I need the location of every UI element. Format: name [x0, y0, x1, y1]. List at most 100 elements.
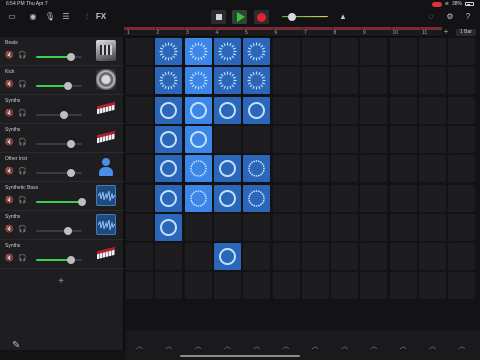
loop-cell-active[interactable] [184, 96, 212, 124]
drum-machine-icon[interactable] [96, 40, 116, 61]
loop-cell-active[interactable] [213, 38, 241, 65]
loop-cell-empty[interactable] [448, 38, 476, 65]
loop-cell-empty[interactable] [419, 67, 446, 95]
fx-button[interactable]: FX [94, 12, 108, 22]
mute-speaker-icon[interactable]: 🔇 [5, 110, 14, 118]
loop-cell-empty[interactable] [331, 96, 359, 124]
waveform-icon[interactable] [96, 185, 116, 206]
column-trigger-icon[interactable]: ︿ [331, 342, 358, 352]
loop-cell-empty[interactable] [419, 125, 446, 153]
loop-cell-empty[interactable] [213, 272, 241, 300]
loop-cell-empty[interactable] [331, 125, 359, 153]
column-trigger-icon[interactable]: ︿ [155, 342, 182, 352]
loop-cell-empty[interactable] [419, 155, 446, 183]
mute-speaker-icon[interactable]: 🔇 [5, 197, 14, 205]
loop-cell-empty[interactable] [301, 272, 329, 300]
mixer-icon[interactable]: ☰ [60, 12, 72, 22]
loop-cell-active[interactable] [184, 125, 212, 153]
column-trigger-icon[interactable]: ︿ [243, 342, 270, 352]
loop-cell-empty[interactable] [448, 67, 476, 95]
loop-cell-active[interactable] [213, 67, 241, 95]
loop-cell-empty[interactable] [301, 38, 329, 65]
track-volume-knob[interactable] [66, 140, 75, 148]
loop-cell-active[interactable] [213, 96, 241, 124]
loop-cell-empty[interactable] [126, 38, 153, 65]
loop-cell-empty[interactable] [126, 67, 153, 95]
loop-cell-empty[interactable] [360, 96, 388, 124]
loop-cell-empty[interactable] [126, 96, 153, 124]
loop-cell-empty[interactable] [389, 184, 417, 212]
loop-cell-empty[interactable] [360, 272, 388, 300]
keyboard-icon[interactable] [96, 243, 116, 264]
add-section-icon[interactable]: + [441, 27, 451, 37]
column-trigger-icon[interactable]: ︿ [214, 342, 241, 352]
loop-cell-empty[interactable] [419, 272, 446, 300]
loop-cell-active[interactable] [213, 243, 241, 271]
mute-speaker-icon[interactable]: 🔇 [5, 139, 14, 147]
loop-cell-empty[interactable] [126, 155, 153, 183]
loop-cell-empty[interactable] [448, 96, 476, 124]
loop-cell-empty[interactable] [331, 243, 359, 271]
loop-cell-empty[interactable] [389, 67, 417, 95]
loop-cell-empty[interactable] [331, 184, 359, 212]
track-volume-knob[interactable] [64, 227, 73, 235]
track-volume-slider[interactable] [36, 256, 82, 264]
keyboard-icon[interactable] [96, 98, 116, 119]
loop-cell-empty[interactable] [360, 243, 388, 271]
track-volume-knob[interactable] [66, 169, 75, 177]
loop-cell-empty[interactable] [419, 243, 446, 271]
loop-cell-empty[interactable] [272, 272, 300, 300]
mute-speaker-icon[interactable]: 🔇 [5, 81, 14, 89]
track-volume-slider[interactable] [36, 140, 82, 148]
loop-cell-empty[interactable] [184, 243, 212, 271]
person-icon[interactable] [96, 156, 116, 177]
track-header[interactable]: Beats 🔇 🎧 [0, 37, 124, 66]
loop-cell-empty[interactable] [389, 272, 417, 300]
loop-cell-active[interactable] [213, 155, 241, 183]
loop-cell-empty[interactable] [184, 213, 212, 241]
loop-cell-empty[interactable] [448, 243, 476, 271]
loop-cell-active[interactable] [243, 96, 271, 124]
track-header[interactable]: Kick 🔇 🎧 [0, 66, 124, 95]
loop-cell-empty[interactable] [360, 67, 388, 95]
loop-cell-empty[interactable] [448, 125, 476, 153]
browser-icon[interactable]: ◉ [27, 12, 39, 22]
track-header[interactable]: Other Inst 🔇 🎧 [0, 153, 124, 182]
column-trigger-icon[interactable]: ︿ [185, 342, 212, 352]
loop-cell-active[interactable] [184, 155, 212, 183]
loop-cell-empty[interactable] [448, 184, 476, 212]
microphone-icon[interactable]: 🎙 [44, 12, 56, 22]
loop-cell-active[interactable] [155, 184, 183, 212]
loop-cell-empty[interactable] [213, 213, 241, 241]
loop-cell-empty[interactable] [331, 67, 359, 95]
loop-cell-active[interactable] [213, 184, 241, 212]
mute-speaker-icon[interactable]: 🔇 [5, 226, 14, 234]
loop-cell-empty[interactable] [360, 125, 388, 153]
loop-cell-empty[interactable] [331, 213, 359, 241]
solo-headphones-icon[interactable]: 🎧 [18, 110, 27, 118]
loop-cell-empty[interactable] [419, 213, 446, 241]
track-volume-slider[interactable] [36, 169, 82, 177]
my-songs-icon[interactable]: ▭ [6, 12, 18, 22]
loop-cell-empty[interactable] [389, 38, 417, 65]
loop-cell-empty[interactable] [389, 243, 417, 271]
track-volume-knob[interactable] [66, 53, 75, 61]
track-volume-slider[interactable] [36, 111, 82, 119]
mute-speaker-icon[interactable]: 🔇 [5, 255, 14, 263]
loop-cell-empty[interactable] [389, 125, 417, 153]
keyboard-icon[interactable] [96, 127, 116, 148]
track-header[interactable]: Synths 🔇 🎧 [0, 124, 124, 153]
track-volume-slider[interactable] [36, 198, 86, 206]
loop-cell-active[interactable] [243, 67, 271, 95]
waveform-icon[interactable] [96, 214, 116, 235]
loop-cell-active[interactable] [155, 213, 183, 241]
loop-cell-active[interactable] [184, 38, 212, 65]
loop-cell-empty[interactable] [301, 96, 329, 124]
loop-cell-active[interactable] [243, 38, 271, 65]
loop-cell-empty[interactable] [126, 184, 153, 212]
loop-cell-empty[interactable] [272, 155, 300, 183]
kick-drum-icon[interactable] [96, 69, 116, 90]
loop-cell-empty[interactable] [243, 125, 271, 153]
loop-cell-empty[interactable] [419, 96, 446, 124]
loop-cell-empty[interactable] [155, 243, 183, 271]
